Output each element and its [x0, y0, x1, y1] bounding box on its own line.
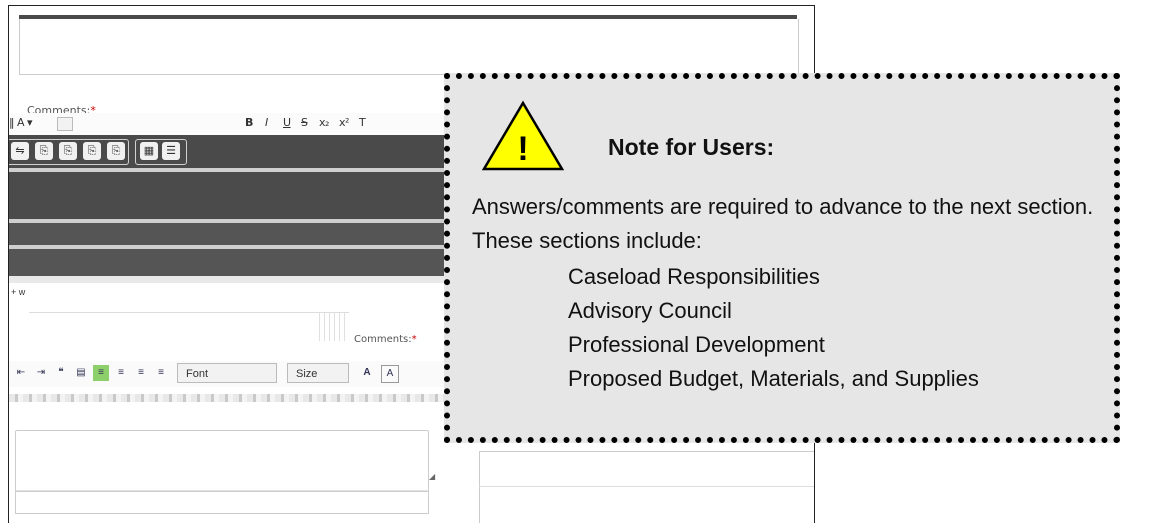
strikethrough-icon[interactable]: S: [301, 116, 308, 131]
section-item: Caseload Responsibilities: [568, 264, 820, 289]
required-marker: *: [411, 334, 417, 345]
align-center-icon[interactable]: ≡: [113, 365, 129, 381]
comments-textarea-right[interactable]: [479, 451, 814, 523]
section-list: Caseload Responsibilities Advisory Counc…: [568, 260, 979, 396]
superscript-icon[interactable]: x²: [339, 116, 349, 131]
resize-grip-icon[interactable]: ◢: [429, 472, 437, 481]
font-select[interactable]: Font: [177, 363, 277, 383]
paste-word-icon[interactable]: ⎘: [59, 142, 77, 160]
size-select[interactable]: Size: [287, 363, 349, 383]
divider: [479, 486, 814, 487]
copy-icon[interactable]: ⎘: [83, 142, 101, 160]
background-color-icon[interactable]: A: [381, 365, 399, 383]
previous-editor-box[interactable]: [19, 19, 799, 75]
section-item: Advisory Council: [568, 298, 732, 323]
note-body: Answers/comments are required to advance…: [472, 194, 1094, 253]
bold-icon[interactable]: B: [245, 116, 253, 131]
comments-textarea[interactable]: [15, 430, 429, 492]
paste-icon[interactable]: ⇋: [11, 142, 29, 160]
comments-label-right: Comments:*: [354, 334, 417, 345]
align-left-icon[interactable]: ≡: [93, 365, 109, 381]
subscript-icon[interactable]: x₂: [319, 116, 329, 131]
underline-icon[interactable]: U: [283, 116, 291, 131]
cut-icon[interactable]: ⎘: [107, 142, 125, 160]
clear-format-icon[interactable]: T: [359, 116, 366, 131]
row-marker: + w: [11, 287, 26, 297]
scroll-artifact: [319, 313, 349, 341]
horizontal-rule-icon[interactable]: ☰: [162, 142, 180, 160]
warning-triangle-icon: !: [481, 100, 565, 171]
italic-icon[interactable]: I: [265, 116, 268, 131]
svg-text:!: !: [517, 130, 528, 168]
comments-textarea-footer: [15, 490, 429, 514]
font-color-icon[interactable]: ‖ A ▾: [9, 116, 33, 131]
div-container-icon[interactable]: ▤: [73, 365, 89, 381]
highlight-icon[interactable]: [57, 117, 73, 131]
section-item: Proposed Budget, Materials, and Supplies: [568, 366, 979, 391]
table-icon[interactable]: ▦: [140, 142, 158, 160]
text-color-icon[interactable]: A: [359, 365, 375, 381]
note-title: Note for Users:: [608, 134, 775, 160]
increase-indent-icon[interactable]: ⇥: [33, 365, 49, 381]
justify-icon[interactable]: ≡: [153, 365, 169, 381]
section-item: Professional Development: [568, 332, 825, 357]
blockquote-icon[interactable]: ❝: [53, 365, 69, 381]
decrease-indent-icon[interactable]: ⇤: [13, 365, 29, 381]
text-input[interactable]: [29, 290, 349, 313]
align-right-icon[interactable]: ≡: [133, 365, 149, 381]
paste-text-icon[interactable]: ⎘: [35, 142, 53, 160]
